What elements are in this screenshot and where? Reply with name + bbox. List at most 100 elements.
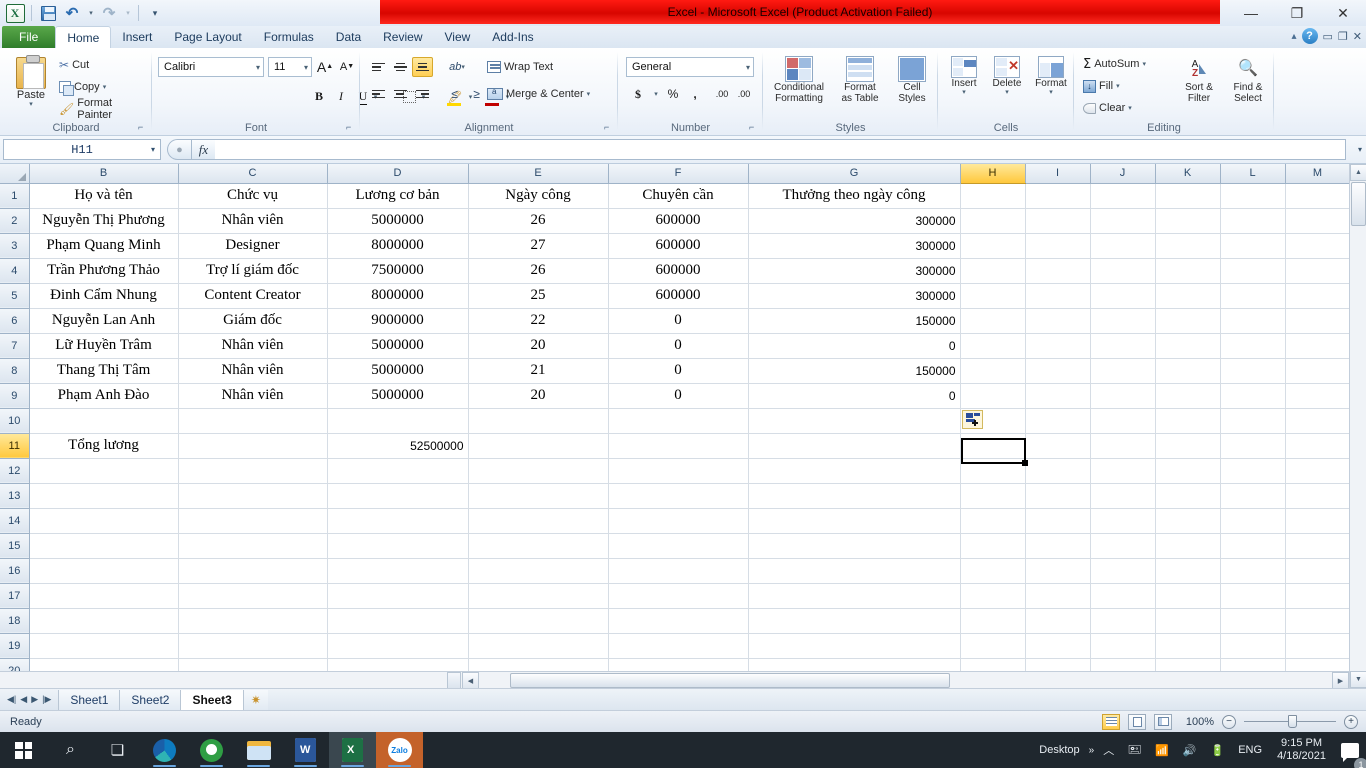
cell[interactable]: 9000000: [327, 308, 469, 334]
cell[interactable]: [748, 458, 961, 484]
scroll-up-button[interactable]: ▲: [1350, 164, 1366, 181]
copy-button[interactable]: Copy ▾: [56, 77, 109, 97]
col-header-K[interactable]: K: [1155, 164, 1221, 184]
cell[interactable]: [29, 508, 179, 534]
cell[interactable]: 5000000: [327, 333, 469, 359]
cell[interactable]: [960, 483, 1026, 509]
row-header-3[interactable]: 3: [0, 233, 30, 259]
cell[interactable]: [960, 508, 1026, 534]
col-header-I[interactable]: I: [1025, 164, 1091, 184]
cell[interactable]: [1090, 358, 1156, 384]
cell[interactable]: Lữ Huyền Trâm: [29, 333, 179, 359]
cell[interactable]: [1025, 533, 1091, 559]
cell[interactable]: Phạm Anh Đào: [29, 383, 179, 409]
cell[interactable]: [1025, 258, 1091, 284]
cell[interactable]: [960, 258, 1026, 284]
col-header-D[interactable]: D: [327, 164, 469, 184]
paste-button[interactable]: Paste ▾: [8, 54, 54, 109]
close-button[interactable]: ✕: [1320, 0, 1366, 26]
cell[interactable]: [1025, 233, 1091, 259]
customize-qat-button[interactable]: ▾: [144, 2, 166, 24]
tray-chevron-up-icon[interactable]: ︿: [1096, 732, 1121, 768]
cell[interactable]: Content Creator: [178, 283, 328, 309]
taskbar-word[interactable]: W: [282, 732, 329, 768]
cell[interactable]: [29, 408, 179, 434]
cell-styles-button[interactable]: Cell Styles: [889, 53, 935, 104]
page-layout-view-button[interactable]: [1128, 713, 1146, 730]
cell[interactable]: [1220, 208, 1286, 234]
cell[interactable]: [1285, 308, 1351, 334]
row-header-12[interactable]: 12: [0, 458, 30, 484]
cell[interactable]: [1155, 608, 1221, 634]
tray-clock[interactable]: 9:15 PM 4/18/2021: [1269, 737, 1334, 763]
cell[interactable]: [960, 608, 1026, 634]
font-size-input[interactable]: 11 ▾: [268, 57, 312, 77]
cell[interactable]: [748, 533, 961, 559]
row-header-14[interactable]: 14: [0, 508, 30, 534]
undo-button[interactable]: ↶: [61, 2, 83, 24]
cell[interactable]: [29, 608, 179, 634]
cell[interactable]: [327, 533, 469, 559]
cell[interactable]: [468, 433, 609, 459]
cell[interactable]: 21: [468, 358, 609, 384]
cell[interactable]: 150000: [748, 358, 961, 384]
undo-dropdown[interactable]: ▾: [85, 2, 96, 24]
cell[interactable]: [1025, 433, 1091, 459]
cell[interactable]: Nhân viên: [178, 208, 328, 234]
delete-cells-button[interactable]: ✕ Delete ▾: [986, 53, 1028, 97]
percent-button[interactable]: %: [663, 84, 683, 104]
cell[interactable]: 0: [608, 383, 749, 409]
cell[interactable]: Designer: [178, 233, 328, 259]
cell[interactable]: [178, 458, 328, 484]
cell[interactable]: [960, 233, 1026, 259]
cell[interactable]: [1220, 583, 1286, 609]
cell[interactable]: [1155, 558, 1221, 584]
redo-button[interactable]: ↷: [98, 2, 120, 24]
taskbar-zalo[interactable]: Zalo: [376, 732, 423, 768]
cell[interactable]: 8000000: [327, 283, 469, 309]
decrease-indent-button[interactable]: ≤: [444, 84, 465, 104]
cell[interactable]: [1025, 458, 1091, 484]
cell[interactable]: Đinh Cẩm Nhung: [29, 283, 179, 309]
tab-data[interactable]: Data: [325, 26, 372, 48]
cell[interactable]: [748, 483, 961, 509]
cell[interactable]: [29, 633, 179, 659]
row-header-16[interactable]: 16: [0, 558, 30, 584]
cell[interactable]: [960, 433, 1026, 459]
last-sheet-button[interactable]: |▶: [42, 694, 51, 705]
cell[interactable]: [1285, 208, 1351, 234]
cell[interactable]: [1025, 283, 1091, 309]
cell[interactable]: 25: [468, 283, 609, 309]
prev-sheet-button[interactable]: ◀: [20, 694, 27, 705]
cell[interactable]: [327, 483, 469, 509]
cell[interactable]: Chức vụ: [178, 183, 328, 209]
cell[interactable]: [1220, 408, 1286, 434]
cell[interactable]: [468, 483, 609, 509]
number-format-select[interactable]: General ▾: [626, 57, 754, 77]
cell[interactable]: [1090, 283, 1156, 309]
cell[interactable]: [1025, 608, 1091, 634]
cell[interactable]: [178, 408, 328, 434]
cell[interactable]: [748, 408, 961, 434]
row-header-6[interactable]: 6: [0, 308, 30, 334]
cell[interactable]: [960, 283, 1026, 309]
cell[interactable]: [468, 608, 609, 634]
cell[interactable]: 300000: [748, 208, 961, 234]
cell[interactable]: 0: [608, 358, 749, 384]
cell[interactable]: [1155, 183, 1221, 209]
cell[interactable]: [327, 583, 469, 609]
tray-volume-icon[interactable]: 🔊: [1176, 732, 1204, 768]
cell[interactable]: [468, 558, 609, 584]
cell[interactable]: [1090, 258, 1156, 284]
cell[interactable]: [1285, 408, 1351, 434]
cell[interactable]: [1090, 558, 1156, 584]
cell[interactable]: Phạm Quang Minh: [29, 233, 179, 259]
increase-decimal-button[interactable]: .00: [712, 84, 732, 104]
cell[interactable]: [178, 483, 328, 509]
close-workbook-icon[interactable]: ✕: [1353, 30, 1362, 43]
name-box[interactable]: H11 ▾: [3, 139, 161, 160]
cell[interactable]: [1220, 258, 1286, 284]
cell[interactable]: [1155, 483, 1221, 509]
tray-camera-icon[interactable]: 🖭: [1121, 732, 1148, 768]
cell[interactable]: [1155, 633, 1221, 659]
